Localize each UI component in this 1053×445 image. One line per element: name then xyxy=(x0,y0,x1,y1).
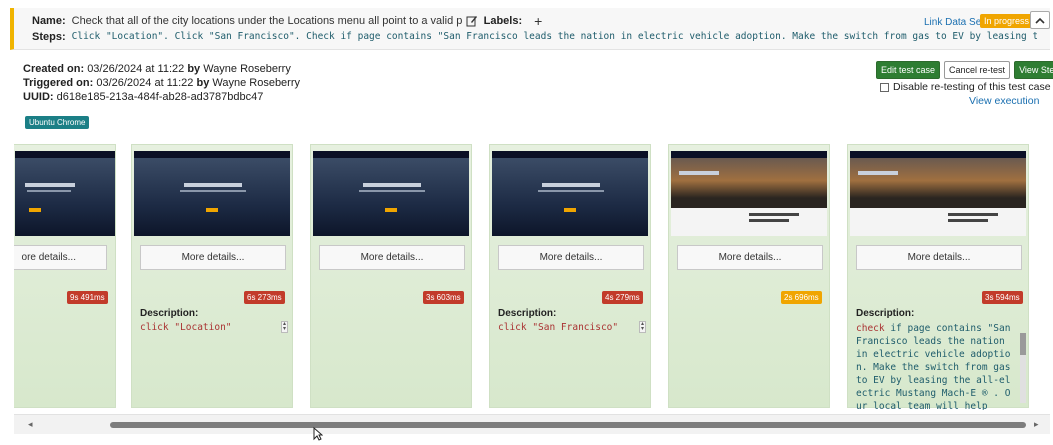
step-screenshot[interactable] xyxy=(134,151,290,236)
description-text: check if page contains "San Francisco le… xyxy=(856,323,1011,410)
link-data-set-link[interactable]: Link Data Set xyxy=(924,17,984,28)
test-case-header: Name: Check that all of the city locatio… xyxy=(10,8,1050,50)
edit-icon[interactable] xyxy=(466,15,478,27)
disable-retesting-checkbox[interactable] xyxy=(880,82,889,92)
spinner-control[interactable]: ▴ ▾ xyxy=(281,321,288,333)
view-steps-button[interactable]: View Steps xyxy=(1014,61,1053,79)
step-card: More details... 3s 603ms xyxy=(310,144,472,408)
more-details-button[interactable]: More details... xyxy=(677,245,823,270)
arrow-right-icon[interactable]: ▸ xyxy=(1034,419,1039,430)
name-row: Name: Check that all of the city locatio… xyxy=(32,13,542,29)
test-case-name: Check that all of the city locations und… xyxy=(71,15,462,27)
uuid-row: UUID: d618e185-213a-484f-ab28-ad3787bdbc… xyxy=(23,91,264,103)
duration-badge: 2s 696ms xyxy=(781,291,822,304)
step-card: More details... 6s 273ms Description: cl… xyxy=(131,144,293,408)
add-label-button[interactable]: + xyxy=(534,13,542,29)
duration-badge: 4s 279ms xyxy=(602,291,643,304)
scrollbar-thumb[interactable] xyxy=(110,422,1026,428)
description-label: Description: xyxy=(856,308,915,319)
description-label: Description: xyxy=(140,308,199,319)
triggered-row: Triggered on: 03/26/2024 at 11:22 by Way… xyxy=(23,77,300,89)
arrow-left-icon[interactable]: ◂ xyxy=(28,419,33,430)
duration-badge: 3s 594ms xyxy=(982,291,1023,304)
created-date: 03/26/2024 at 11:22 xyxy=(87,63,185,75)
run-meta: Created on: 03/26/2024 at 11:22 by Wayne… xyxy=(23,62,300,104)
spinner-control[interactable]: ▴ ▾ xyxy=(639,321,646,333)
step-strip: ore details... 9s 491ms More details... … xyxy=(14,140,1050,410)
step-screenshot[interactable] xyxy=(850,151,1026,236)
step-screenshot[interactable] xyxy=(15,151,115,236)
steps-row: Steps: Click "Location". Click "San Fran… xyxy=(32,31,1037,43)
chevron-up-icon xyxy=(1035,17,1045,24)
more-details-button[interactable]: More details... xyxy=(498,245,644,270)
disable-retesting-label: Disable re-testing of this test case xyxy=(893,81,1051,93)
edit-test-case-button[interactable]: Edit test case xyxy=(876,61,941,79)
uuid-value: d618e185-213a-484f-ab28-ad3787bdbc47 xyxy=(56,91,264,103)
duration-badge: 3s 603ms xyxy=(423,291,464,304)
step-screenshot[interactable] xyxy=(671,151,827,236)
more-details-button[interactable]: More details... xyxy=(319,245,465,270)
created-row: Created on: 03/26/2024 at 11:22 by Wayne… xyxy=(23,63,291,75)
description-scrollbar[interactable] xyxy=(1020,333,1026,403)
labels-label: Labels: xyxy=(483,15,523,27)
cancel-retest-button[interactable]: Cancel re-test xyxy=(944,61,1011,79)
more-details-button[interactable]: ore details... xyxy=(14,245,107,270)
step-screenshot[interactable] xyxy=(313,151,469,236)
duration-badge: 6s 273ms xyxy=(244,291,285,304)
mouse-cursor-icon xyxy=(313,427,323,441)
more-details-button[interactable]: More details... xyxy=(856,245,1022,270)
duration-badge: 9s 491ms xyxy=(67,291,108,304)
steps-text: Click "Location". Click "San Francisco".… xyxy=(71,31,1037,42)
collapse-button[interactable] xyxy=(1030,11,1050,29)
horizontal-scrollbar[interactable]: ◂ ▸ xyxy=(14,414,1050,434)
view-execution-link[interactable]: View execution xyxy=(969,95,1039,107)
disable-retesting-row: Disable re-testing of this test case xyxy=(880,81,1051,93)
step-card: ore details... 9s 491ms xyxy=(14,144,116,408)
name-label: Name: xyxy=(32,15,66,27)
status-badge: In progress xyxy=(980,14,1034,28)
step-card: More details... 3s 594ms Description: ch… xyxy=(847,144,1029,410)
more-details-button[interactable]: More details... xyxy=(140,245,286,270)
description-code: click "San Francisco" xyxy=(498,322,619,333)
steps-label: Steps: xyxy=(32,31,66,43)
step-card: More details... 4s 279ms Description: cl… xyxy=(489,144,651,408)
description-label: Description: xyxy=(498,308,557,319)
action-buttons: Edit test case Cancel re-test View Steps xyxy=(876,61,1053,79)
description-code: click "Location" xyxy=(140,322,232,333)
step-card: More details... 2s 696ms xyxy=(668,144,830,408)
triggered-by: Wayne Roseberry xyxy=(212,77,300,89)
created-by: Wayne Roseberry xyxy=(203,63,291,75)
environment-badge: Ubuntu Chrome xyxy=(25,116,90,129)
step-screenshot[interactable] xyxy=(492,151,648,236)
triggered-date: 03/26/2024 at 11:22 xyxy=(96,77,194,89)
